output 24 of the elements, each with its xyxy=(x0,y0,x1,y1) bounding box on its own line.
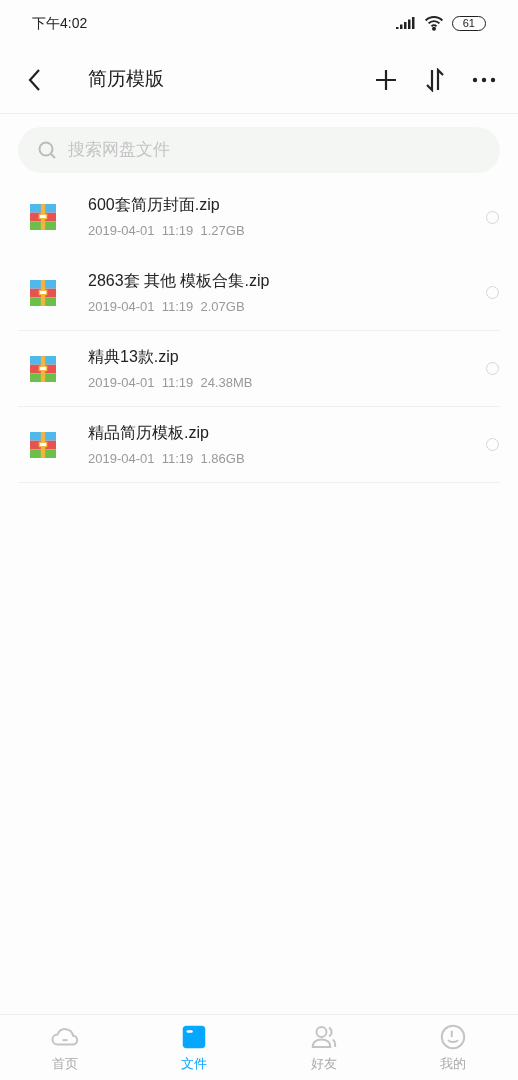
archive-icon xyxy=(30,279,56,306)
file-row[interactable]: 2863套 其他 模板合集.zip 2019-04-01 11:19 2.07GB xyxy=(18,255,500,331)
file-details: 2019-04-01 11:19 1.27GB xyxy=(88,222,246,241)
sort-button[interactable] xyxy=(424,67,446,92)
page-title: 简历模版 xyxy=(88,67,164,92)
archive-icon xyxy=(30,355,56,382)
status-time: 下午4:02 xyxy=(32,13,88,33)
search-icon xyxy=(38,141,56,159)
file-row[interactable]: 精典13款.zip 2019-04-01 11:19 24.38MB xyxy=(18,331,500,407)
file-details: 2019-04-01 11:19 2.07GB xyxy=(88,297,246,316)
file-row[interactable]: 600套简历封面.zip 2019-04-01 11:19 1.27GB xyxy=(18,179,500,255)
file-details: 2019-04-01 11:19 24.38MB xyxy=(88,373,254,392)
add-button[interactable] xyxy=(374,67,398,92)
more-button[interactable] xyxy=(472,76,496,83)
file-name: 精品简历模板.zip xyxy=(88,422,210,443)
archive-icon xyxy=(30,204,56,230)
wifi-icon xyxy=(423,15,444,31)
archive-icon xyxy=(30,431,56,458)
file-name: 600套简历封面.zip xyxy=(88,195,221,216)
file-name: 2863套 其他 模板合集.zip xyxy=(88,270,271,291)
file-details: 2019-04-01 11:19 1.86GB xyxy=(88,449,246,468)
signal-icon xyxy=(395,17,416,29)
file-row[interactable]: 精品简历模板.zip 2019-04-01 11:19 1.86GB xyxy=(18,407,500,483)
file-name: 精典13款.zip xyxy=(88,346,180,367)
